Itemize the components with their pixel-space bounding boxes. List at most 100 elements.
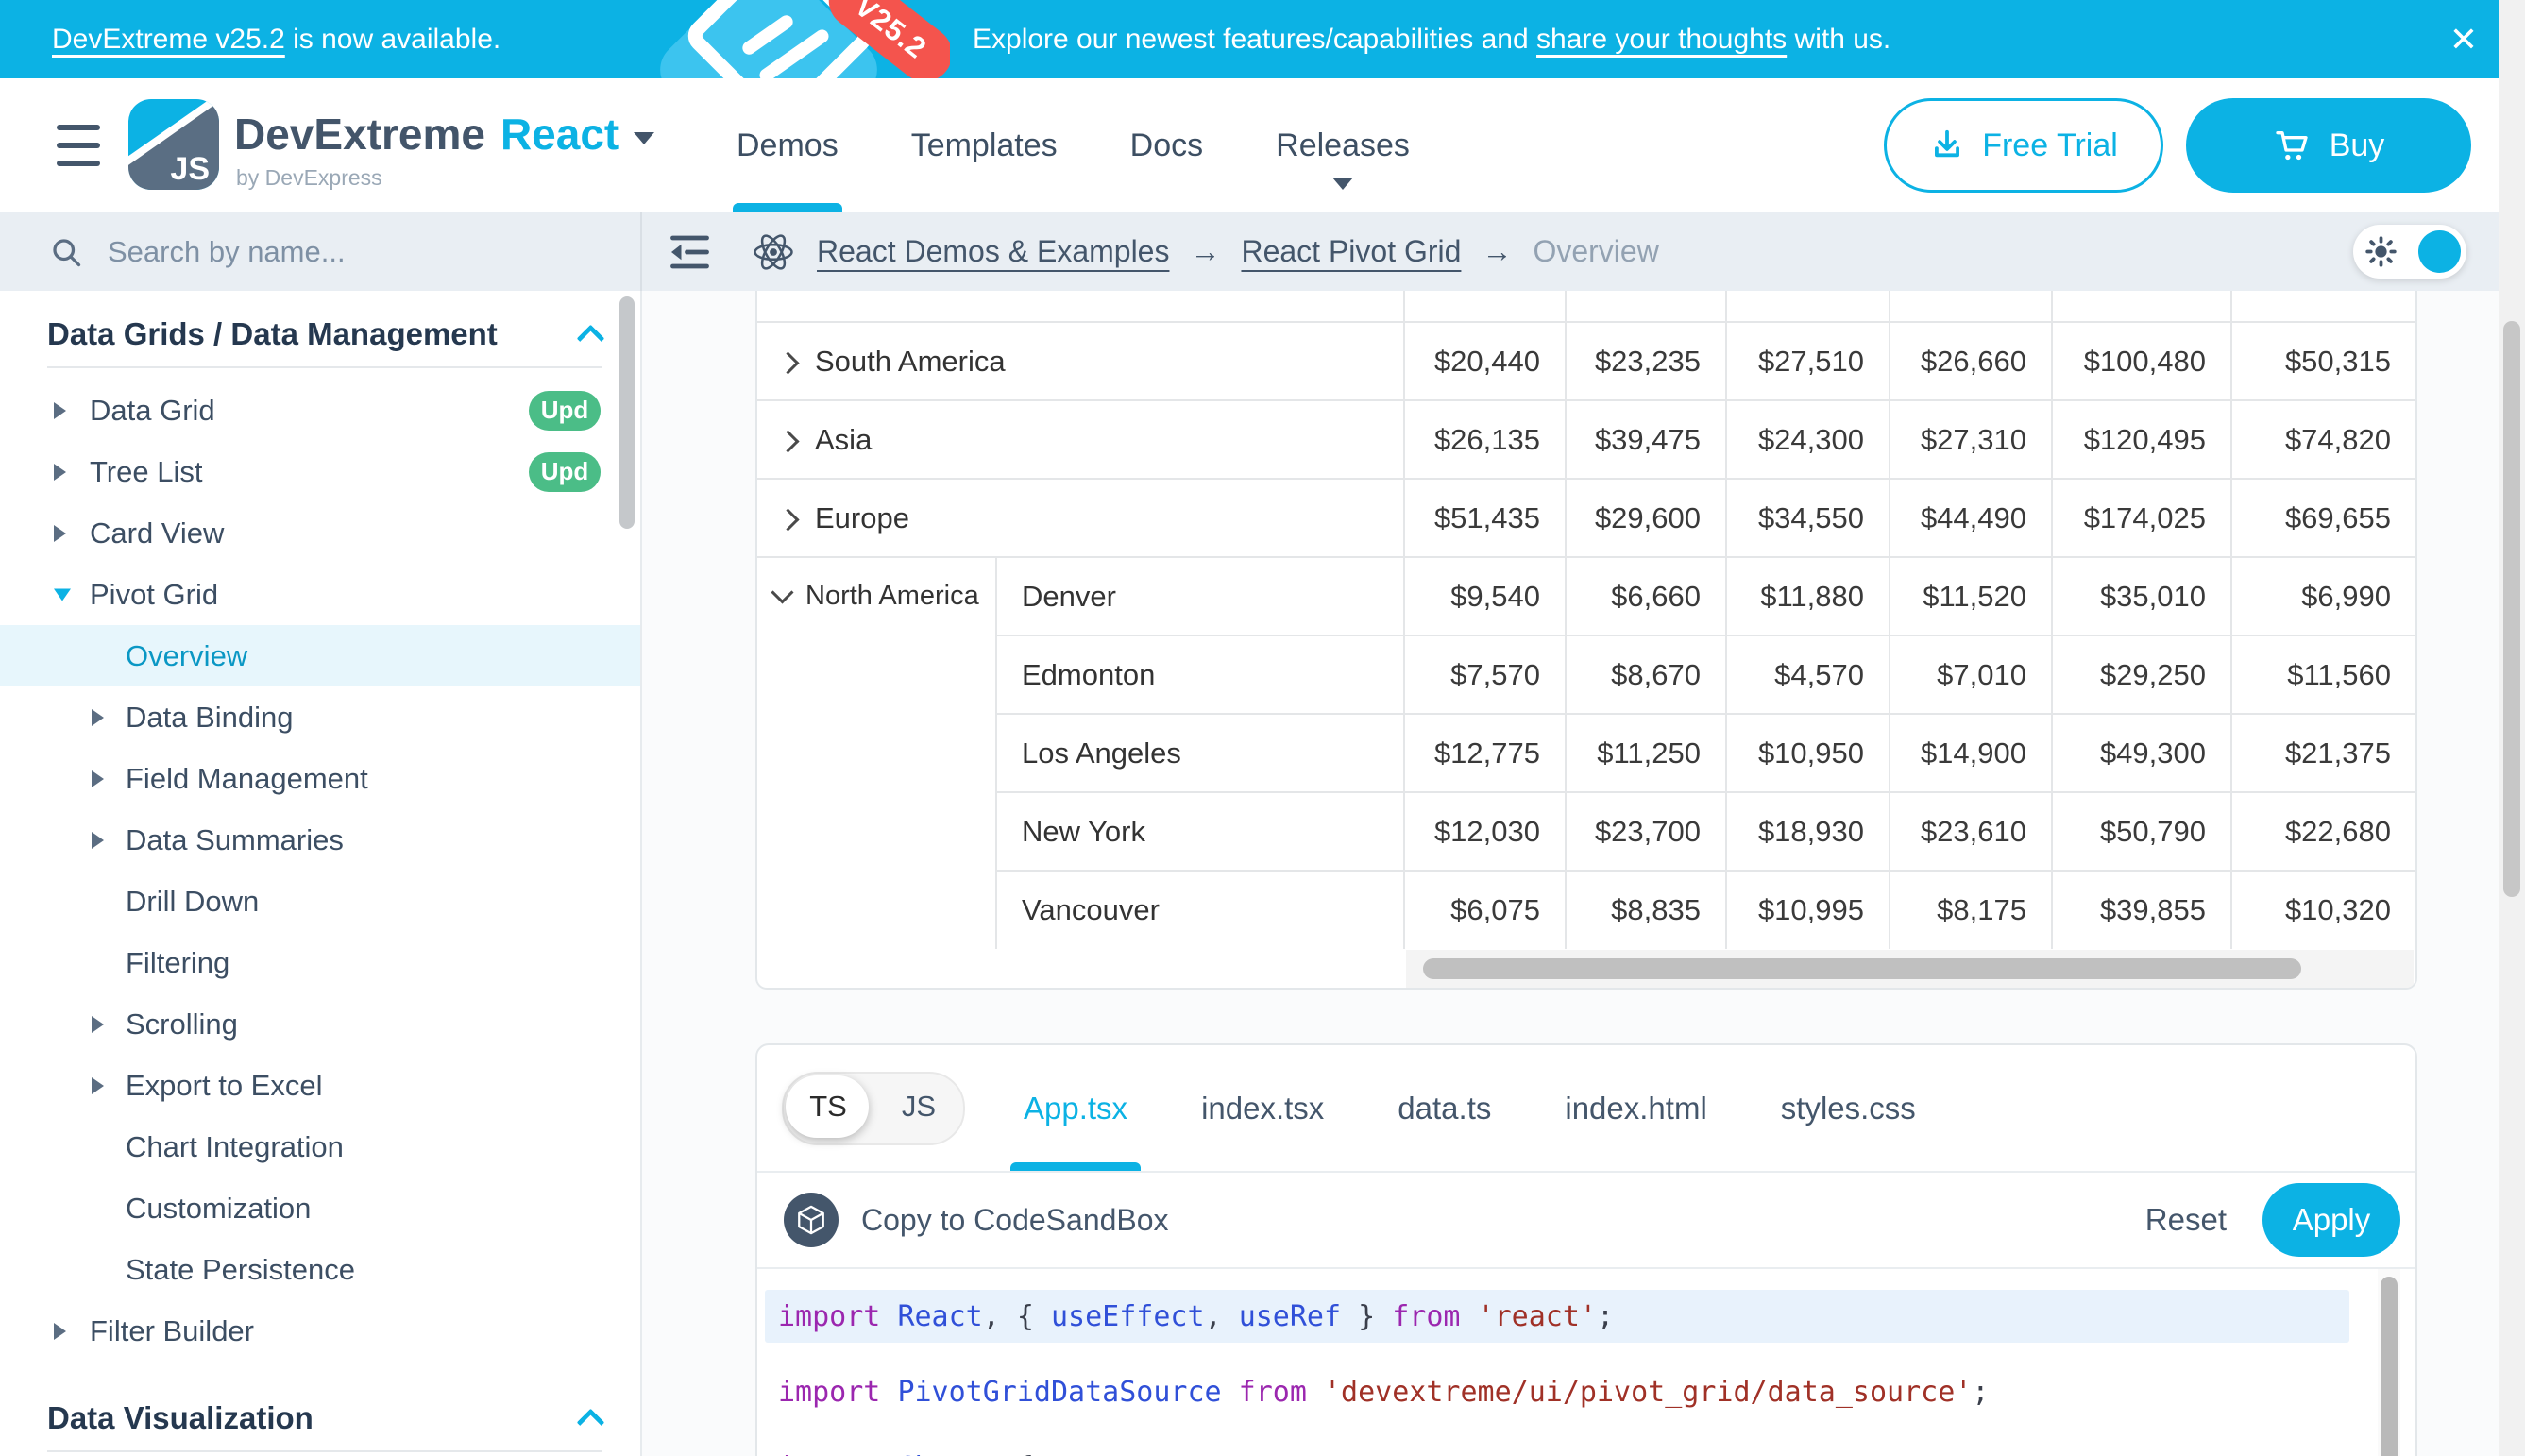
sidebar-item-label: Pivot Grid xyxy=(90,578,218,612)
pivot-value-cell xyxy=(2231,291,2415,322)
reset-button[interactable]: Reset xyxy=(2145,1202,2227,1238)
section-title: Data Grids / Data Management xyxy=(47,316,498,352)
sidebar-item-data-grid[interactable]: Data GridUpd xyxy=(0,380,640,441)
nav-item-releases[interactable]: Releases xyxy=(1276,78,1410,212)
pivot-value-cell xyxy=(1566,291,1726,322)
chevron-up-icon[interactable] xyxy=(577,324,605,352)
tab-App-tsx[interactable]: App.tsx xyxy=(1024,1045,1127,1171)
hamburger-menu-icon[interactable] xyxy=(57,125,100,166)
expand-chevron-icon[interactable] xyxy=(776,351,799,374)
sidebar-item-tree-list[interactable]: Tree ListUpd xyxy=(0,441,640,502)
tab-styles-css[interactable]: styles.css xyxy=(1781,1045,1916,1171)
sidebar-scrollbar[interactable] xyxy=(619,296,635,529)
pivot-value-cell: $74,820 xyxy=(2231,400,2415,479)
expand-arrow-icon xyxy=(92,1077,104,1094)
breadcrumb-item[interactable]: React Pivot Grid xyxy=(1241,234,1461,269)
devextreme-logo[interactable]: JS xyxy=(128,99,219,190)
copy-to-codesandbox-button[interactable]: Copy to CodeSandBox xyxy=(861,1203,1169,1238)
pivot-value-cell: $21,375 xyxy=(2231,714,2415,792)
nav-label: Demos xyxy=(737,127,839,164)
share-thoughts-link[interactable]: share your thoughts xyxy=(1536,24,1787,56)
framework-name[interactable]: React xyxy=(500,109,619,160)
theme-toggle[interactable] xyxy=(2353,225,2466,279)
code-token: import xyxy=(778,1376,880,1409)
chevron-down-icon xyxy=(1332,178,1353,190)
sidebar-item-export-to-excel[interactable]: Export to Excel xyxy=(0,1055,640,1116)
collapse-sidebar-icon[interactable] xyxy=(663,229,714,276)
tab-data-ts[interactable]: data.ts xyxy=(1398,1045,1491,1171)
search-input[interactable] xyxy=(106,234,506,270)
pivot-region-cell[interactable]: Europe xyxy=(757,479,1404,557)
nav-item-templates[interactable]: Templates xyxy=(911,78,1058,212)
chevron-up-icon[interactable] xyxy=(577,1408,605,1436)
framework-dropdown-caret-icon[interactable] xyxy=(634,132,654,144)
sidebar-item-data-summaries[interactable]: Data Summaries xyxy=(0,809,640,871)
lang-option-ts[interactable]: TS xyxy=(784,1074,873,1140)
code-editor[interactable]: import React, { useEffect, useRef } from… xyxy=(757,1269,2415,1456)
pivot-city-cell[interactable]: Denver xyxy=(996,557,1404,635)
sidebar-item-pivot-grid[interactable]: Pivot Grid xyxy=(0,564,640,625)
sidebar-item-state-persistence[interactable]: State Persistence xyxy=(0,1239,640,1300)
expand-chevron-icon[interactable] xyxy=(776,508,799,531)
expand-arrow-icon xyxy=(92,1016,104,1033)
free-trial-button[interactable]: Free Trial xyxy=(1884,98,2163,193)
code-token: React xyxy=(897,1300,982,1333)
sidebar-item-overview[interactable]: Overview xyxy=(0,625,640,686)
pivot-region-cell[interactable]: North America xyxy=(757,557,996,949)
lang-option-js[interactable]: JS xyxy=(874,1074,963,1140)
sidebar-item-card-view[interactable]: Card View xyxy=(0,502,640,564)
sidebar-item-field-management[interactable]: Field Management xyxy=(0,748,640,809)
breadcrumb-item[interactable]: React Demos & Examples xyxy=(817,234,1169,269)
window-scrollbar-track xyxy=(2499,0,2525,1456)
theme-toggle-knob[interactable] xyxy=(2418,230,2461,273)
sidebar-item-label: Tree List xyxy=(90,455,202,489)
pivot-value-cell: $50,790 xyxy=(2052,792,2231,871)
sidebar-section-data-grids[interactable]: Data Grids / Data Management xyxy=(0,302,640,366)
code-token: import xyxy=(778,1300,880,1333)
codesandbox-icon[interactable] xyxy=(784,1193,839,1247)
pivot-city-cell[interactable]: Vancouver xyxy=(996,871,1404,949)
tab-index-tsx[interactable]: index.tsx xyxy=(1201,1045,1324,1171)
pivot-city-cell[interactable]: Los Angeles xyxy=(996,714,1404,792)
sidebar-item-drill-down[interactable]: Drill Down xyxy=(0,871,640,932)
pivot-value-cell: $39,475 xyxy=(1566,400,1726,479)
pivot-value-cell: $12,030 xyxy=(1404,792,1566,871)
code-scrollbar[interactable] xyxy=(2381,1277,2398,1456)
nav-item-docs[interactable]: Docs xyxy=(1130,78,1203,212)
code-token xyxy=(1222,1376,1239,1409)
sidebar-item-scrolling[interactable]: Scrolling xyxy=(0,993,640,1055)
code-line: import PivotGridDataSource from 'devextr… xyxy=(757,1354,2415,1430)
sidebar-item-data-binding[interactable]: Data Binding xyxy=(0,686,640,748)
pivot-value-cell: $11,560 xyxy=(2231,635,2415,714)
expand-chevron-icon[interactable] xyxy=(776,430,799,452)
pivot-value-cell: $26,660 xyxy=(1890,322,2052,400)
pivot-region-cell[interactable]: Asia xyxy=(757,400,1404,479)
pivot-city-cell[interactable]: New York xyxy=(996,792,1404,871)
sidebar-item-filtering[interactable]: Filtering xyxy=(0,932,640,993)
pivot-horizontal-scrollbar[interactable] xyxy=(1423,958,2301,979)
tab-index-html[interactable]: index.html xyxy=(1565,1045,1706,1171)
banner-version-link[interactable]: DevExtreme v25.2 xyxy=(52,24,285,56)
sidebar-item-customization[interactable]: Customization xyxy=(0,1177,640,1239)
sidebar-item-chart-integration[interactable]: Chart Integration xyxy=(0,1116,640,1177)
tab-label: styles.css xyxy=(1781,1091,1916,1126)
sidebar-section-data-visualization[interactable]: Data Visualization xyxy=(0,1386,640,1450)
buy-button[interactable]: Buy xyxy=(2186,98,2471,193)
code-token: ; xyxy=(1597,1300,1614,1333)
pivot-value-cell: $10,950 xyxy=(1726,714,1890,792)
apply-button[interactable]: Apply xyxy=(2262,1183,2400,1257)
cart-icon xyxy=(2273,127,2311,164)
pivot-region-cell[interactable]: South America xyxy=(757,322,1404,400)
pivot-city-cell[interactable]: Edmonton xyxy=(996,635,1404,714)
language-toggle[interactable]: TS JS xyxy=(782,1072,965,1145)
collapse-chevron-icon[interactable] xyxy=(771,581,793,603)
pivot-value-cell: $8,670 xyxy=(1566,635,1726,714)
code-tabs-row: TS JS App.tsx index.tsx data.ts index.html s… xyxy=(757,1045,2415,1173)
banner-close-icon[interactable]: ✕ xyxy=(2449,0,2478,78)
window-scrollbar[interactable] xyxy=(2503,321,2520,897)
nav-item-demos[interactable]: Demos xyxy=(737,78,839,212)
sidebar: Data Grids / Data Management Data GridUp… xyxy=(0,291,642,1456)
pivot-value-cell: $22,680 xyxy=(2231,792,2415,871)
sidebar-item-filter-builder[interactable]: Filter Builder xyxy=(0,1300,640,1362)
updated-badge: Upd xyxy=(529,391,601,431)
